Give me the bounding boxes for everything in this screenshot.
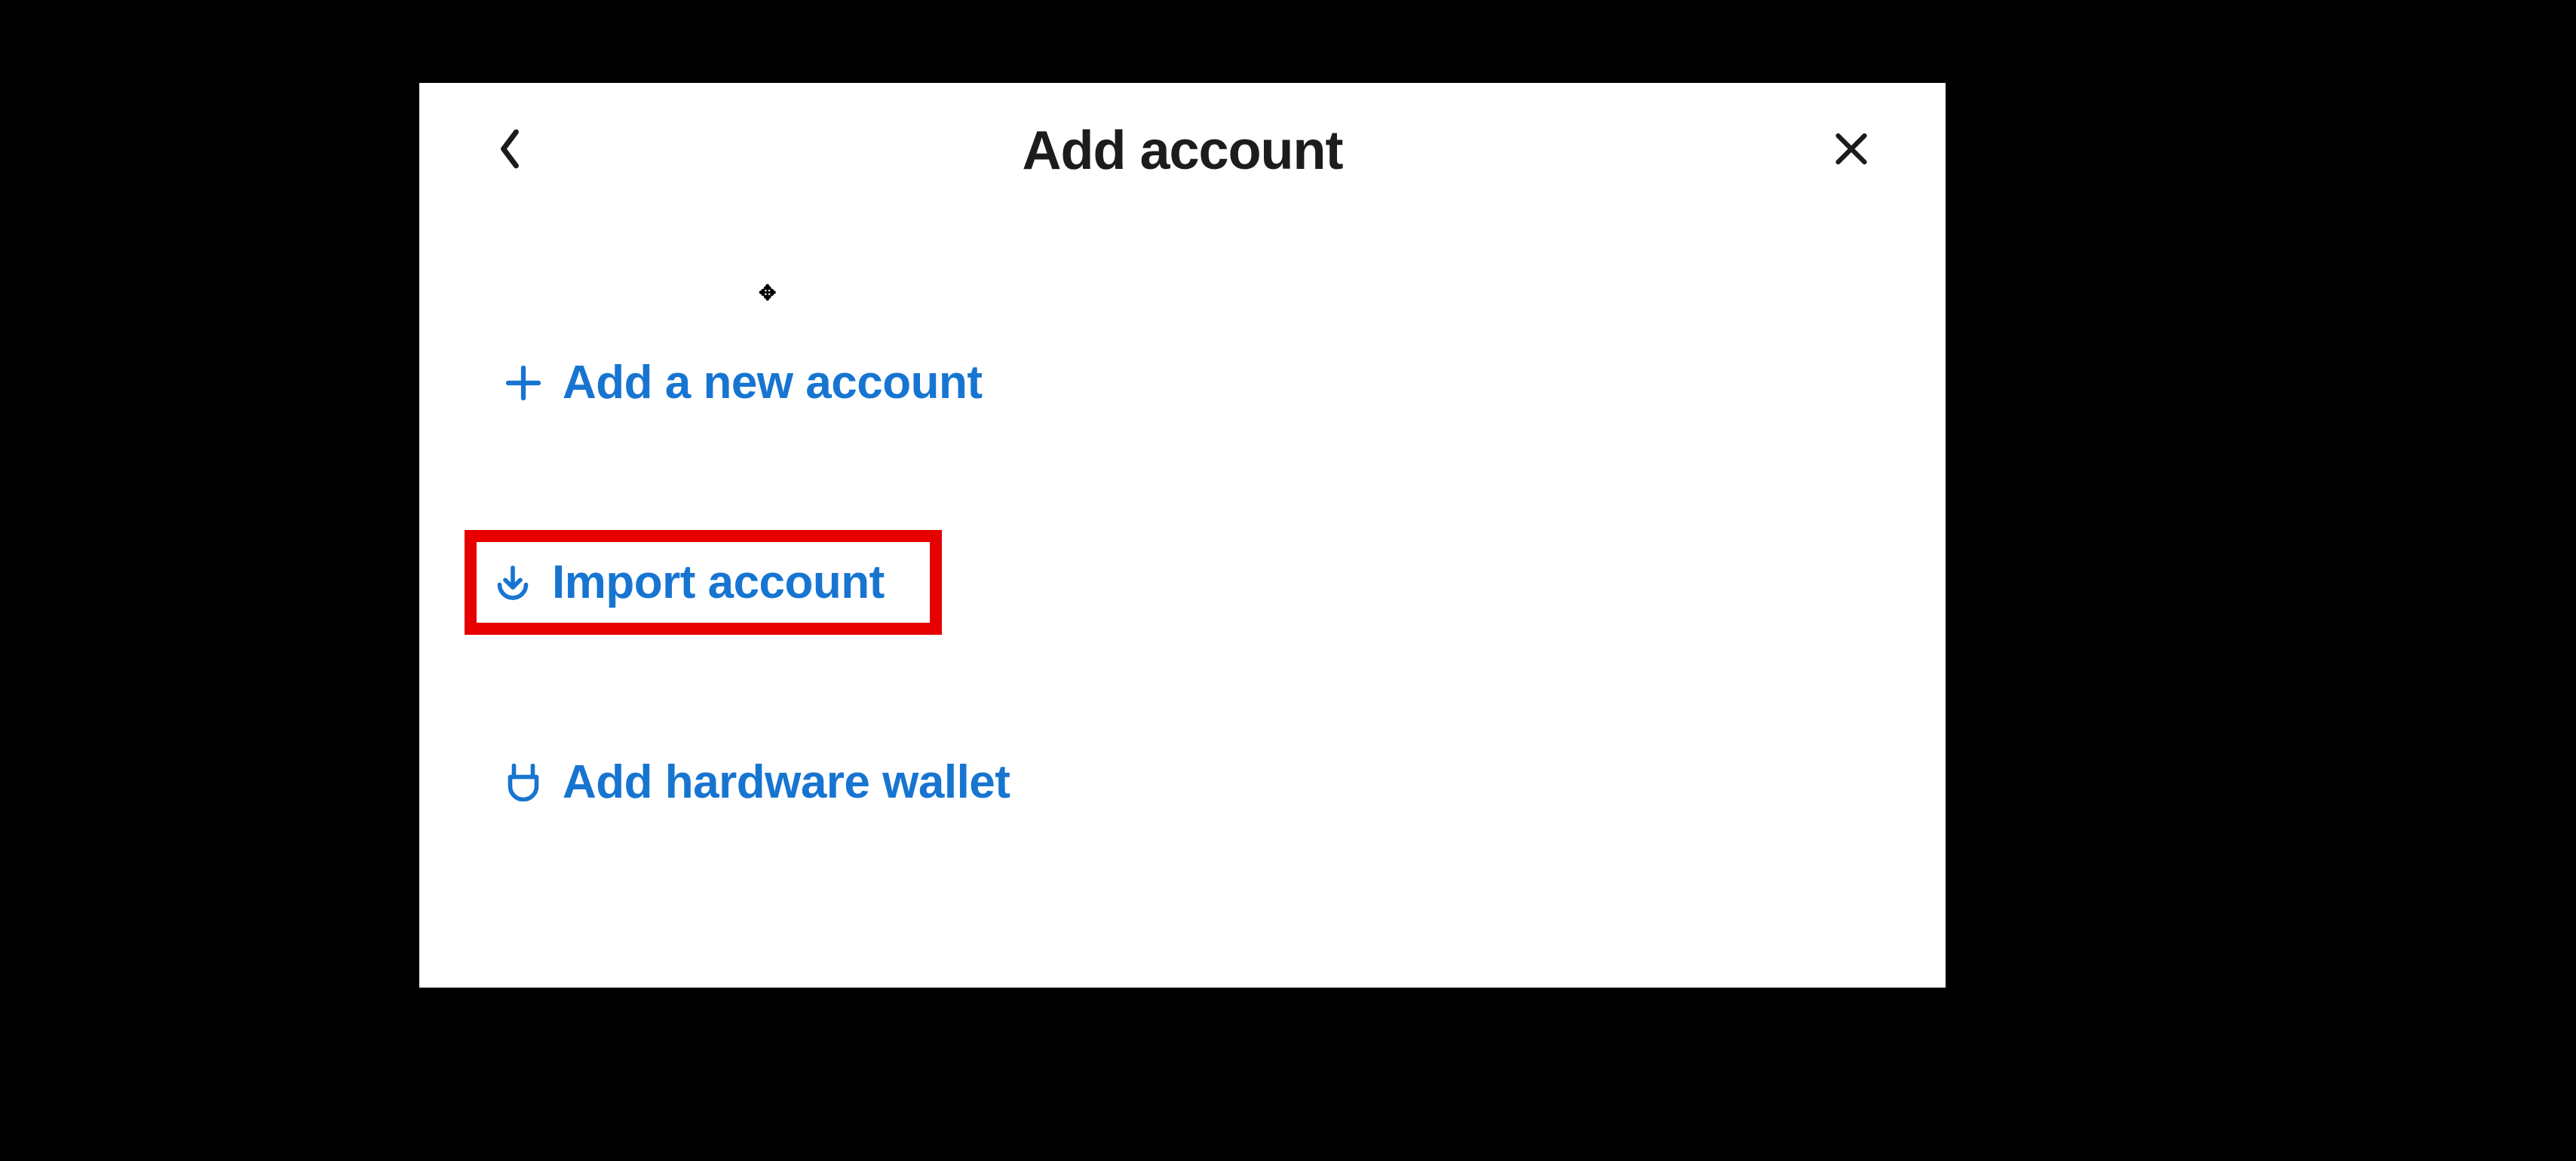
option-label: Import account: [552, 556, 885, 609]
option-label: Add a new account: [563, 356, 982, 409]
plus-icon: [502, 362, 544, 404]
panel-title: Add account: [1022, 120, 1342, 182]
option-add-hardware-wallet[interactable]: Add hardware wallet: [480, 739, 1032, 826]
hardware-wallet-icon: [502, 761, 544, 804]
options-list: Add a new account Import account Add: [419, 219, 1946, 826]
close-icon: [1832, 130, 1870, 172]
back-button[interactable]: [495, 128, 525, 174]
option-label: Add hardware wallet: [563, 755, 1010, 809]
chevron-left-icon: [495, 128, 525, 174]
panel-header: Add account: [419, 83, 1946, 219]
option-add-new-account[interactable]: Add a new account: [480, 339, 1004, 426]
close-button[interactable]: [1832, 130, 1870, 172]
move-cursor-icon: ✥: [759, 280, 776, 305]
option-import-account[interactable]: Import account: [465, 530, 942, 635]
download-icon: [492, 562, 534, 604]
add-account-panel: Add account ✥ Add a new account: [419, 83, 1946, 988]
